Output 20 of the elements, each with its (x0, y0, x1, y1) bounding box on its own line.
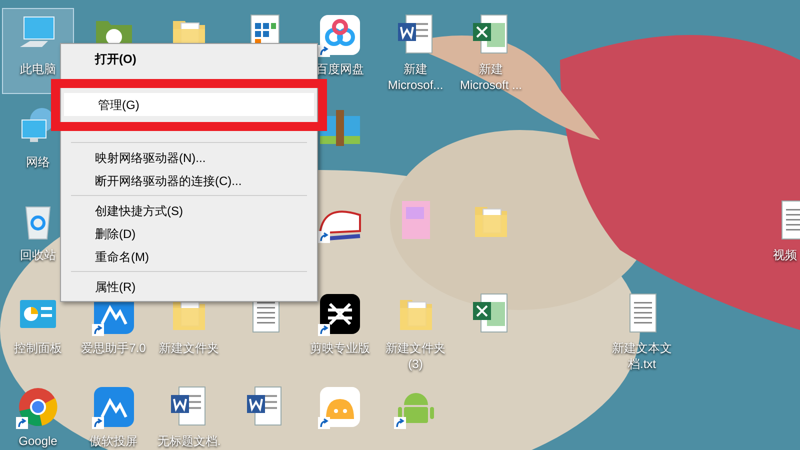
menu-item[interactable]: 映射网络驱动器(N)... (61, 146, 317, 169)
icon-label: 百度网盘 (316, 61, 364, 77)
icon-label: 傲软投屏 (90, 433, 138, 449)
menu-item[interactable]: 创建快捷方式(S) (61, 199, 317, 222)
icon-label: 剪映专业版 (310, 340, 370, 356)
icon-label: 无标题文档. (157, 433, 221, 449)
icon-label: 网络 (26, 154, 50, 170)
icon-label: Google (18, 433, 58, 449)
icon-label: 新建 Microsof... (386, 61, 444, 93)
icon-label: 此电脑 (20, 61, 56, 77)
menu-item[interactable]: 删除(D) (61, 222, 317, 245)
menu-item[interactable]: 管理(G) (64, 93, 314, 116)
icon-label: 爱思助手7.0 (81, 340, 146, 356)
icon-label: 视频 (772, 247, 797, 263)
icon-label: 新建文件夹 (3) (384, 340, 446, 372)
menu-item[interactable]: 属性(R) (61, 275, 317, 298)
menu-item[interactable]: 断开网络驱动器的连接(C)... (61, 169, 317, 192)
icon-label: 控制面板 (14, 340, 62, 356)
menu-item[interactable]: 重命名(M) (61, 245, 317, 268)
icon-label: 新建文件夹 (159, 340, 219, 356)
